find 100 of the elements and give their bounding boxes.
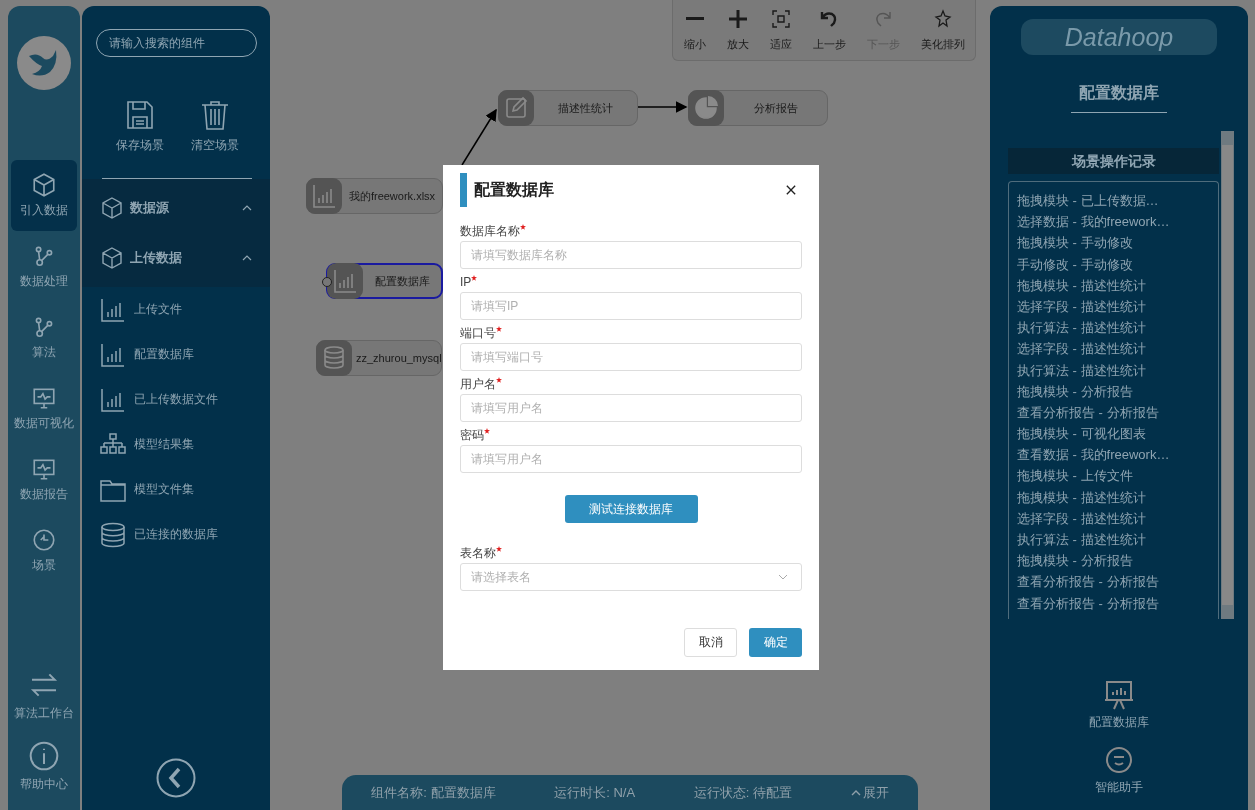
side-action[interactable]: 配置数据库 [1089,680,1149,731]
flow-node[interactable]: 分析报告 [688,90,828,126]
bar-chart-icon [100,341,126,368]
input-field[interactable]: 请填写用户名 [460,394,802,422]
flow-node[interactable]: zz_zhurou_mysql [316,340,442,376]
scrollbar[interactable] [1221,131,1234,619]
rail-item[interactable]: 算法工作台 [11,660,77,731]
field-label: IP [460,274,472,291]
input-field[interactable]: 请填写IP [460,292,802,320]
log-entry: 选择数据 - 我的freework… [1017,213,1171,232]
flow-node[interactable]: 我的freework.xlsx [306,178,443,214]
component-item[interactable]: 模型文件集 [100,467,270,512]
log-entry: 拖拽模块 - 描述性统计 [1017,488,1147,507]
cancel-button[interactable]: 取消 [684,628,737,657]
log-entry: 拖拽模块 - 可视化图表 [1017,425,1147,444]
logo-icon [17,36,71,90]
connector-arrow [637,101,688,113]
log-entry: 查看分析报告 - 分析报告 [1017,573,1160,592]
log-entry: 查看分析报告 - 分析报告 [1017,403,1160,422]
panel-title: 配置数据库 [1071,83,1167,113]
cube-icon [100,246,124,270]
input-field[interactable]: 请填写用户名 [460,445,802,473]
log-entry: 拖拽模块 - 描述性统计 [1017,276,1147,295]
chevron-down-icon [778,574,788,580]
info-icon [28,740,60,772]
action-button[interactable]: 保存场景 [115,99,164,154]
fit-icon [770,8,791,29]
close-icon[interactable] [786,185,796,195]
back-button[interactable] [156,758,196,798]
cube-icon [31,172,57,198]
ok-button[interactable]: 确定 [749,628,802,657]
log-entry: 拖拽模块 - 分析报告 [1017,382,1134,401]
log-entry: 拖拽模块 - 分析报告 [1017,552,1134,571]
assistant-icon [1104,745,1134,775]
log-entry: 选择字段 - 描述性统计 [1017,340,1147,359]
plus-icon [727,8,748,29]
field-label: 密码 [460,427,484,444]
edit-icon [498,90,534,126]
title-accent-bar [460,173,467,207]
brand-logo: Datahoop [1021,19,1217,55]
toolbar-button[interactable]: 缩小 [679,8,710,52]
component-item[interactable]: 模型结果集 [100,422,270,467]
expand-button[interactable]: 展开 [850,783,889,802]
log-entry: 手动修改 - 手动修改 [1017,255,1134,274]
pie-chart-icon [688,90,724,126]
trash-icon [199,99,230,131]
cube-icon [100,196,124,220]
database-icon [316,340,352,376]
side-action[interactable]: 智能助手 [1095,745,1143,796]
log-entry: 查看数据 - 我的freework… [1017,446,1171,465]
select-field[interactable]: 请选择表名 [460,563,802,591]
input-field[interactable]: 请填写端口号 [460,343,802,371]
test-connection-button[interactable]: 测试连接数据库 [564,495,698,523]
field-label: 表名称 [460,545,496,562]
log-entry: 执行算法 - 描述性统计 [1017,319,1147,338]
field-label: 用户名 [460,376,496,393]
presentation-icon [1104,680,1134,710]
connector-arrow [461,108,497,166]
rail-item[interactable]: 数据可视化 [11,373,77,444]
toolbar-button[interactable]: 美化排列 [916,8,969,52]
database-icon [100,521,126,548]
rail-item[interactable]: 引入数据 [11,160,77,231]
status-text: 运行状态: 待配置 [693,783,792,802]
field-label: 数据库名称 [460,223,520,240]
log-entry: 执行算法 - 描述性统计 [1017,531,1147,549]
minus-icon [684,17,705,20]
rail-item[interactable]: 数据处理 [11,231,77,302]
field-label: 端口号 [460,325,496,342]
bar-chart-icon [100,296,126,323]
rail-item[interactable]: 帮助中心 [11,731,77,802]
bar-chart-icon [327,263,363,299]
category-item[interactable]: 数据源 [82,183,270,233]
action-button[interactable]: 清空场景 [190,99,239,154]
dialog-title: 配置数据库 [474,179,555,200]
input-field[interactable]: 请填写数据库名称 [460,241,802,269]
bar-chart-icon [306,178,342,214]
log-entry: 选择字段 - 描述性统计 [1017,509,1147,528]
component-item[interactable]: 已连接的数据库 [100,512,270,557]
bar-chart-icon [100,386,126,413]
rail-item[interactable]: 场景 [11,515,77,586]
status-text: 运行时长: N/A [554,783,636,802]
rail-item[interactable]: 数据报告 [11,444,77,515]
component-item[interactable]: 上传文件 [100,287,270,332]
component-item[interactable]: 配置数据库 [100,332,270,377]
log-entry: 执行算法 - 描述性统计 [1017,361,1147,380]
toolbar-button[interactable]: 适应 [765,8,796,52]
component-item[interactable]: 已上传数据文件 [100,377,270,422]
caret-icon [850,789,861,796]
log-entry: 选择字段 - 描述性统计 [1017,297,1147,316]
clock-icon [31,527,57,553]
flow-node[interactable]: 描述性统计 [498,90,638,126]
status-text: 组件名称: 配置数据库 [371,783,496,802]
rail-item[interactable]: 算法 [11,302,77,373]
search-field[interactable]: 请输入搜索的组件 [96,29,257,57]
toolbar-button[interactable]: 放大 [722,8,753,52]
toolbar-button[interactable]: 上一步 [808,8,850,52]
log-header: 场景操作记录 [1008,148,1219,174]
log-entry: 拖拽模块 - 上传文件 [1017,467,1134,486]
log-entry: 查看分析报告 - 分析报告 [1017,594,1160,613]
category-item[interactable]: 上传数据 [82,233,270,283]
